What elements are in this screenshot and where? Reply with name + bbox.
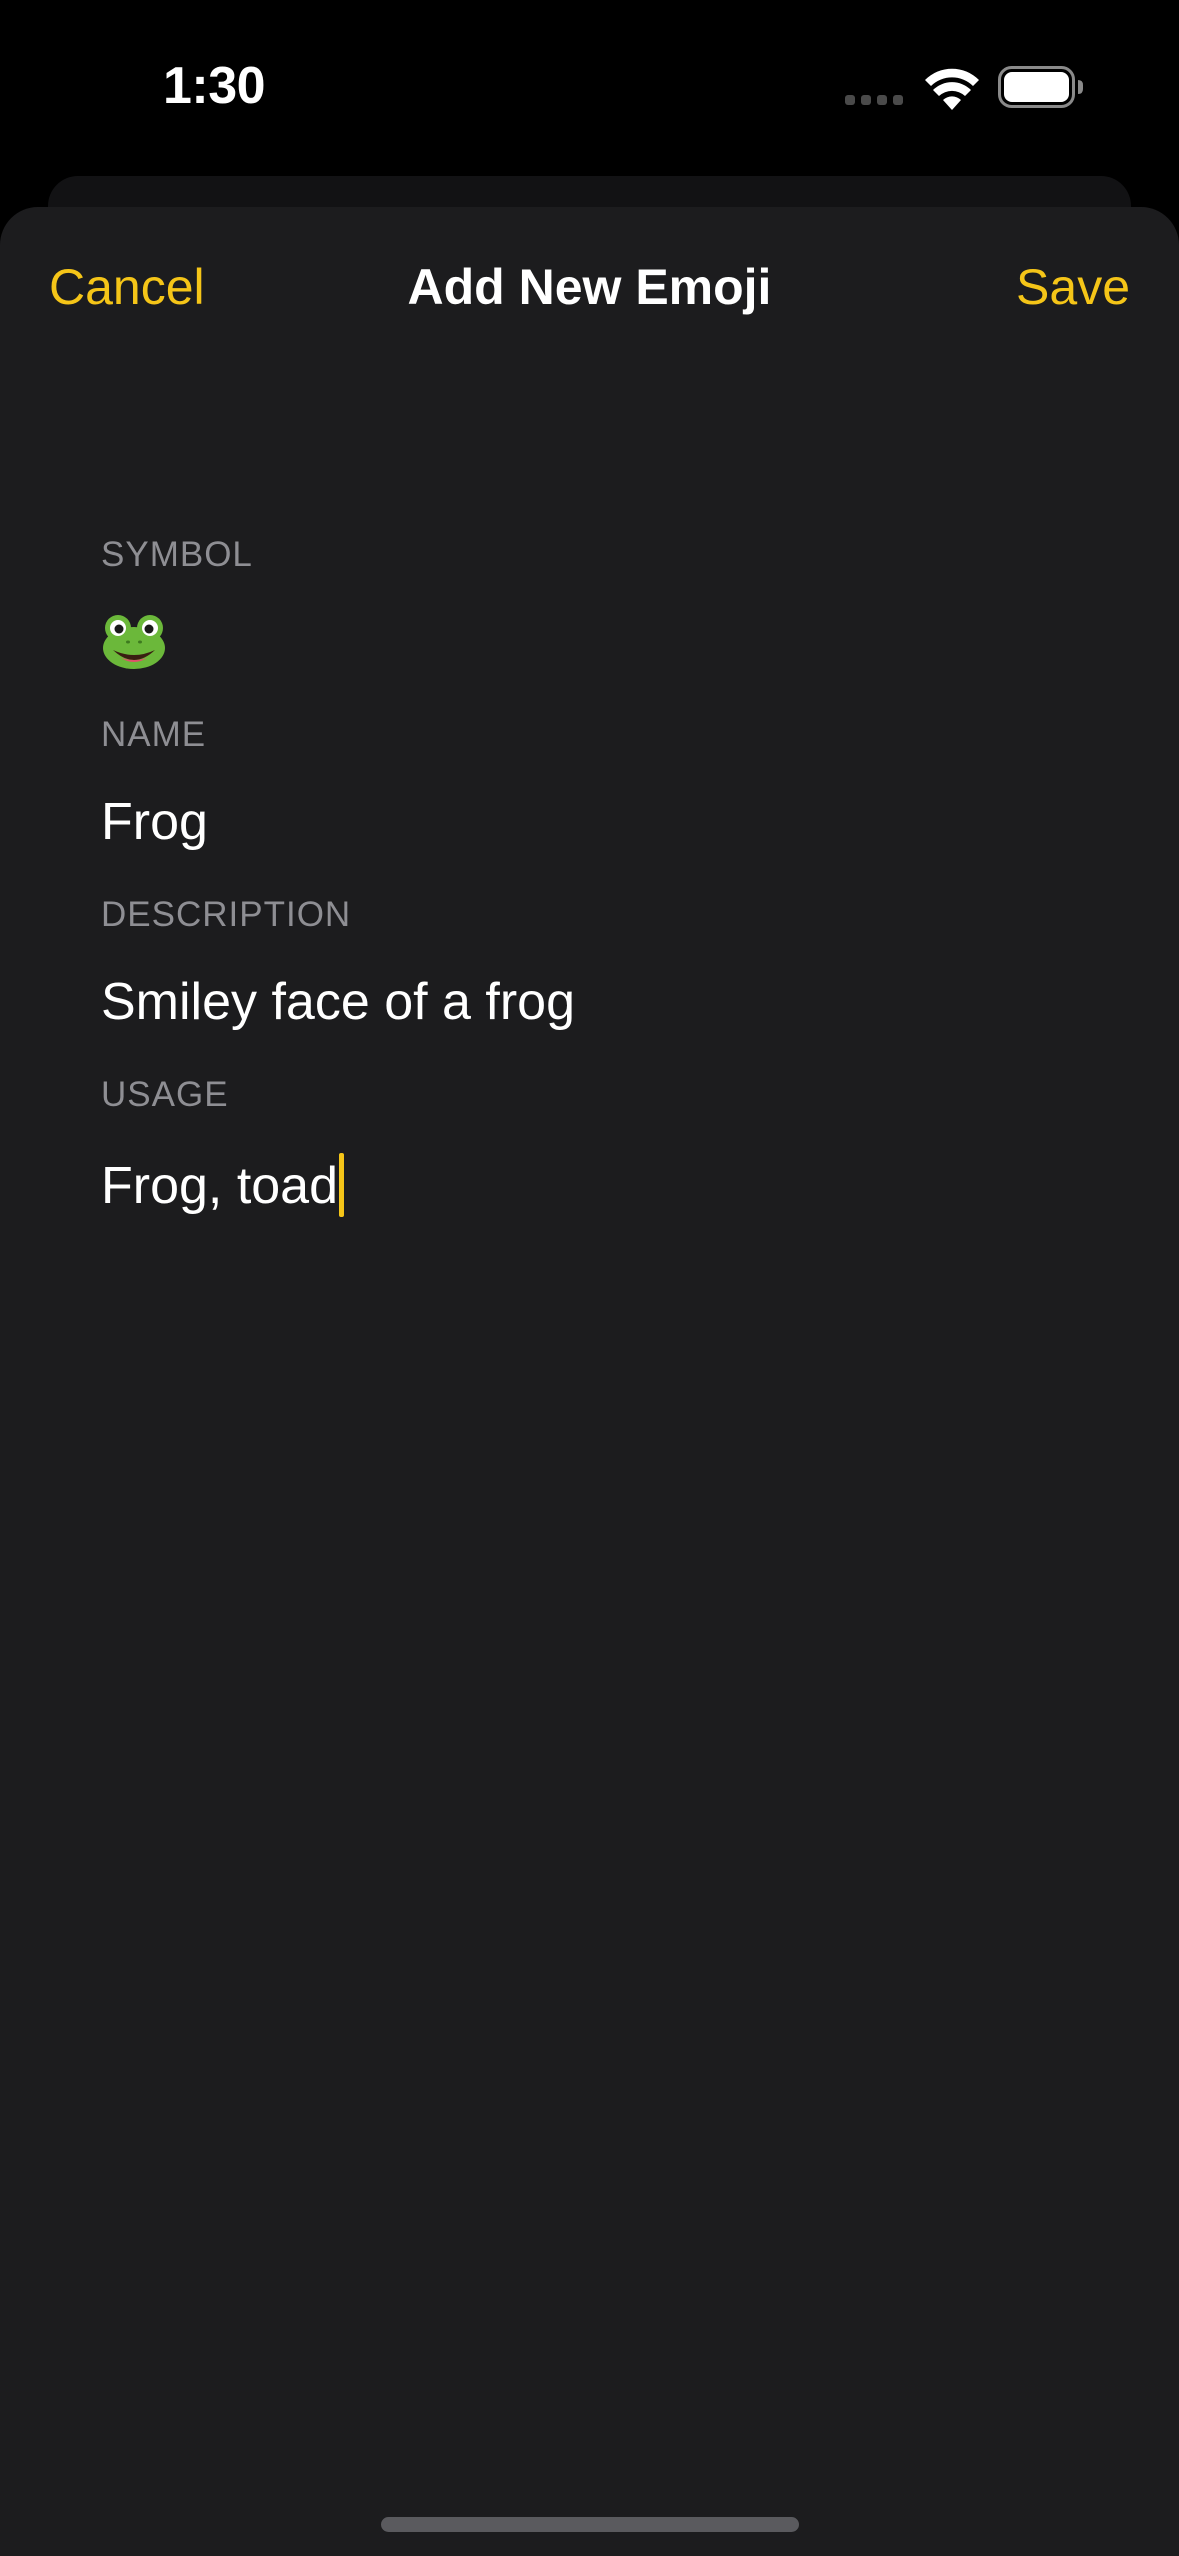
cancel-button[interactable]: Cancel: [49, 258, 205, 316]
home-indicator[interactable]: [381, 2517, 799, 2532]
battery-icon: [998, 66, 1083, 108]
usage-field[interactable]: Frog, toad: [101, 1153, 1081, 1217]
wifi-icon: [925, 68, 979, 110]
text-cursor: [339, 1153, 345, 1217]
usage-section-header: USAGE: [101, 1075, 229, 1114]
name-section-header: NAME: [101, 715, 207, 754]
description-field[interactable]: Smiley face of a frog: [101, 973, 1081, 1033]
cellular-signal-icon: [845, 95, 903, 105]
save-button[interactable]: Save: [1016, 258, 1130, 316]
symbol-section-header: SYMBOL: [101, 535, 253, 574]
status-time: 1:30: [163, 57, 266, 115]
screen: 1:30 Cancel Add New Emoji Save SYMBOL 🐸: [0, 0, 1179, 2556]
frog-emoji-icon[interactable]: [101, 612, 167, 670]
description-section-header: DESCRIPTION: [101, 895, 352, 934]
usage-field-text: Frog, toad: [101, 1157, 339, 1215]
name-field[interactable]: Frog: [101, 793, 1081, 853]
